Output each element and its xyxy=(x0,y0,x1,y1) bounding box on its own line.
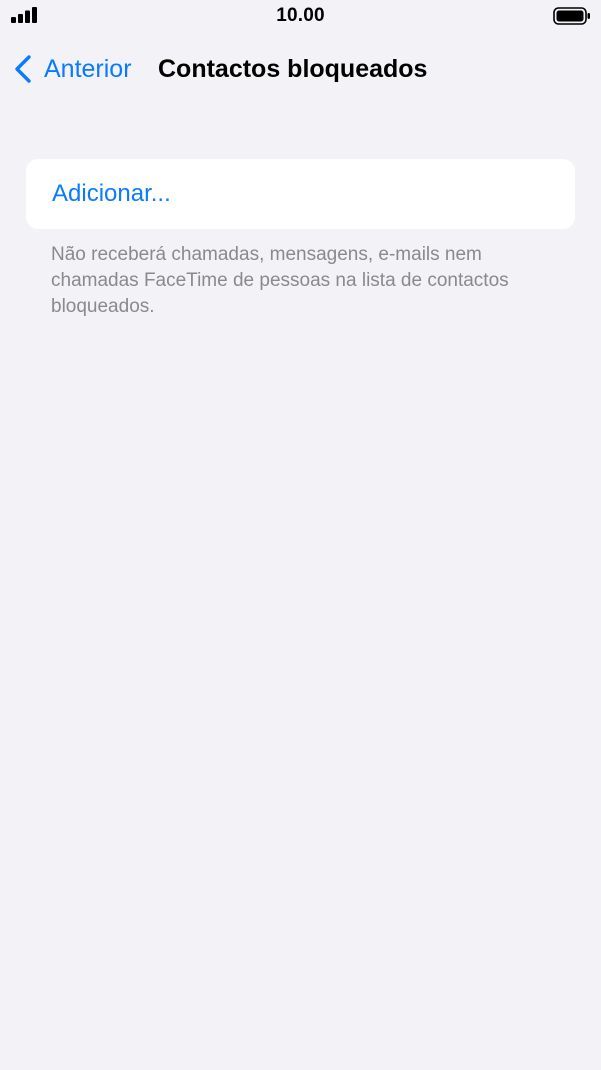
back-button-label: Anterior xyxy=(44,55,132,83)
add-blocked-contact-label: Adicionar... xyxy=(52,180,171,207)
navigation-bar: Anterior Contactos bloqueados xyxy=(0,44,601,94)
status-bar: 10.00 xyxy=(0,0,601,34)
page-title: Contactos bloqueados xyxy=(158,55,428,83)
status-time: 10.00 xyxy=(276,5,325,26)
back-button[interactable]: Anterior xyxy=(12,52,132,86)
blocked-contacts-footnote: Não receberá chamadas, mensagens, e-mail… xyxy=(51,244,509,317)
blocked-contacts-screen: 10.00 Anterior Contactos bloqueados Adic… xyxy=(0,0,601,1070)
add-blocked-contact-button[interactable]: Adicionar... xyxy=(26,159,575,229)
battery-icon xyxy=(553,7,590,25)
blocked-contacts-group: Adicionar... xyxy=(26,159,575,229)
chevron-left-icon xyxy=(15,55,31,83)
